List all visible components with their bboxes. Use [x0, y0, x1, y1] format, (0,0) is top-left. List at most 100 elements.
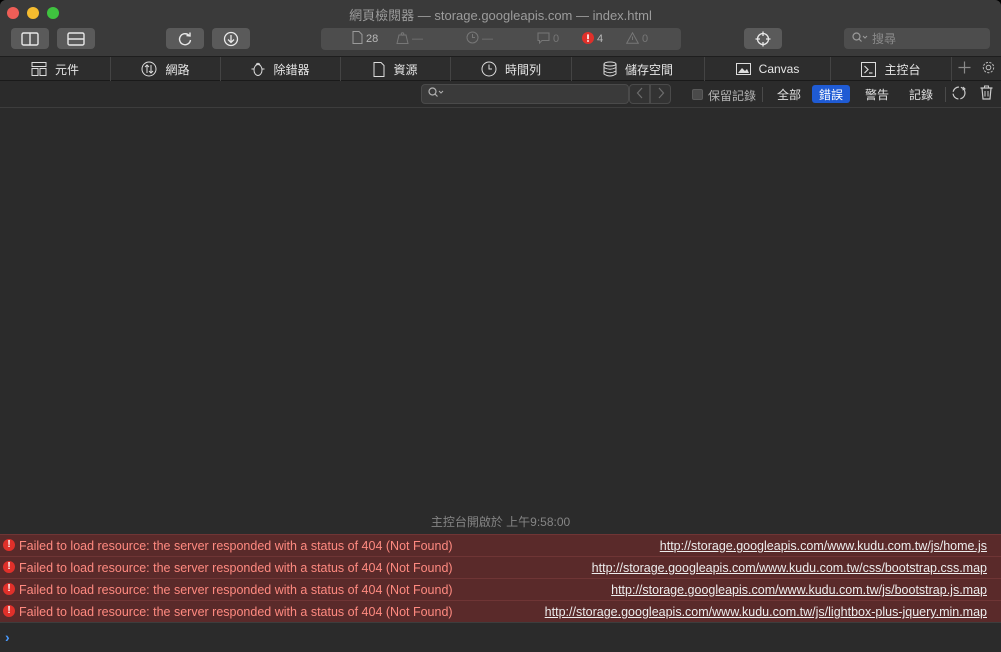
gear-icon — [981, 60, 996, 78]
warning-count[interactable]: 0 — [625, 28, 649, 50]
resources-document-icon — [373, 61, 385, 77]
error-message-text: Failed to load resource: the server resp… — [19, 561, 453, 575]
dock-bottom-button[interactable] — [57, 28, 95, 49]
error-icon: ! — [3, 583, 15, 595]
tab-canvas[interactable]: Canvas — [705, 57, 831, 81]
filter-warnings-button[interactable]: 警告 — [858, 85, 896, 103]
add-tab-button[interactable] — [952, 57, 976, 81]
chevron-left-icon — [636, 87, 644, 102]
trash-icon — [980, 85, 993, 103]
storage-database-icon — [603, 61, 617, 77]
evaluate-clear-button[interactable] — [950, 85, 968, 103]
log-count[interactable]: 0 — [537, 28, 559, 50]
filter-search-icon — [428, 87, 444, 101]
timeline-clock-icon — [481, 61, 497, 77]
weight-icon — [396, 31, 409, 47]
tab-label: Canvas — [758, 62, 800, 76]
tab-label: 儲存空間 — [624, 62, 673, 77]
prompt-chevron-icon: › — [5, 629, 10, 645]
tab-label: 資源 — [393, 62, 418, 77]
preserve-log-label: 保留記錄 — [708, 89, 757, 103]
console-session-start: 主控台開啟於 上午9:58:00 — [430, 515, 571, 529]
sidebar-icon — [21, 31, 39, 46]
log-bubble-icon — [537, 32, 550, 47]
console-error-message[interactable]: ! Failed to load resource: the server re… — [0, 534, 1001, 556]
search-placeholder: 搜尋 — [872, 32, 897, 46]
clear-log-button[interactable] — [977, 85, 995, 103]
tab-timelines[interactable]: 時間列 — [451, 57, 572, 81]
divider — [762, 87, 763, 102]
error-message-text: Failed to load resource: the server resp… — [19, 539, 453, 553]
console-prompt-input[interactable] — [20, 627, 990, 647]
error-source-link[interactable]: http://storage.googleapis.com/www.kudu.c… — [660, 539, 987, 553]
filter-errors-button[interactable]: 錯誤 — [812, 85, 851, 103]
error-count[interactable]: 4 — [582, 28, 603, 50]
tab-resources[interactable]: 資源 — [341, 57, 451, 81]
error-message-text: Failed to load resource: the server resp… — [19, 605, 453, 619]
previous-match-button[interactable] — [629, 84, 650, 104]
console-filter-input[interactable] — [421, 84, 629, 104]
next-match-button[interactable] — [650, 84, 671, 104]
tab-console[interactable]: 主控台 — [831, 57, 952, 81]
resource-count-value: 28 — [366, 33, 379, 45]
console-error-message[interactable]: ! Failed to load resource: the server re… — [0, 600, 1001, 622]
resource-count[interactable]: 28 — [352, 28, 378, 50]
tab-network[interactable]: 網路 — [111, 57, 221, 81]
tab-elements[interactable]: 元件 — [0, 57, 111, 81]
chevron-right-icon — [657, 87, 665, 102]
inspector-search-field[interactable]: 搜尋 — [844, 28, 990, 49]
reload-button[interactable] — [166, 28, 204, 49]
preserve-log-checkbox[interactable] — [692, 89, 703, 100]
load-weight[interactable]: — — [396, 28, 423, 50]
console-icon — [861, 61, 877, 77]
warning-icon — [625, 31, 640, 47]
error-source-link[interactable]: http://storage.googleapis.com/www.kudu.c… — [611, 583, 987, 597]
warning-count-value: 0 — [642, 33, 649, 45]
window-title: 網頁檢閱器 — storage.googleapis.com — index.h… — [349, 8, 652, 23]
search-icon — [852, 31, 868, 46]
debugger-bug-icon — [251, 61, 265, 77]
error-icon: ! — [3, 539, 15, 551]
error-count-value: 4 — [597, 33, 604, 45]
download-icon — [223, 31, 239, 47]
status-summary: 28 — — 0 4 0 — [321, 28, 681, 50]
title-bar: 網頁檢閱器 — storage.googleapis.com — index.h… — [0, 0, 1001, 57]
reload-icon — [177, 31, 193, 47]
tab-label: 除錯器 — [273, 62, 310, 77]
tab-label: 時間列 — [504, 62, 541, 77]
error-icon: ! — [3, 605, 15, 617]
console-error-message[interactable]: ! Failed to load resource: the server re… — [0, 556, 1001, 578]
load-time-value: — — [482, 33, 493, 45]
network-icon — [141, 61, 157, 77]
crosshair-icon — [755, 31, 771, 47]
tab-storage[interactable]: 儲存空間 — [572, 57, 705, 81]
elements-icon — [31, 62, 47, 76]
console-prompt: › — [0, 622, 1001, 652]
error-icon — [582, 31, 594, 47]
tab-label: 主控台 — [884, 62, 921, 77]
console-error-message[interactable]: ! Failed to load resource: the server re… — [0, 578, 1001, 600]
error-source-link[interactable]: http://storage.googleapis.com/www.kudu.c… — [545, 605, 987, 619]
filter-logs-button[interactable]: 記錄 — [902, 85, 940, 103]
download-button[interactable] — [212, 28, 250, 49]
plus-icon — [958, 61, 971, 77]
load-time[interactable]: — — [466, 28, 493, 50]
error-message-text: Failed to load resource: the server resp… — [19, 583, 453, 597]
error-icon: ! — [3, 561, 15, 573]
document-icon — [352, 31, 363, 47]
settings-button[interactable] — [976, 57, 1000, 81]
tab-debugger[interactable]: 除錯器 — [221, 57, 341, 81]
dock-side-button[interactable] — [11, 28, 49, 49]
tab-label: 元件 — [54, 62, 79, 77]
divider — [945, 87, 946, 102]
element-picker-button[interactable] — [744, 28, 782, 49]
tab-bar: 元件 網路 除錯器 資源 時間列 儲存空間 Canvas 主控台 — [0, 57, 1001, 81]
clock-icon — [466, 31, 479, 47]
load-weight-value: — — [412, 33, 423, 45]
filter-all-button[interactable]: 全部 — [770, 85, 808, 103]
error-source-link[interactable]: http://storage.googleapis.com/www.kudu.c… — [592, 561, 987, 575]
canvas-image-icon — [735, 63, 751, 75]
web-inspector-window: 網頁檢閱器 — storage.googleapis.com — index.h… — [0, 0, 1001, 652]
bottom-dock-icon — [67, 31, 85, 46]
tab-label: 網路 — [165, 62, 190, 77]
